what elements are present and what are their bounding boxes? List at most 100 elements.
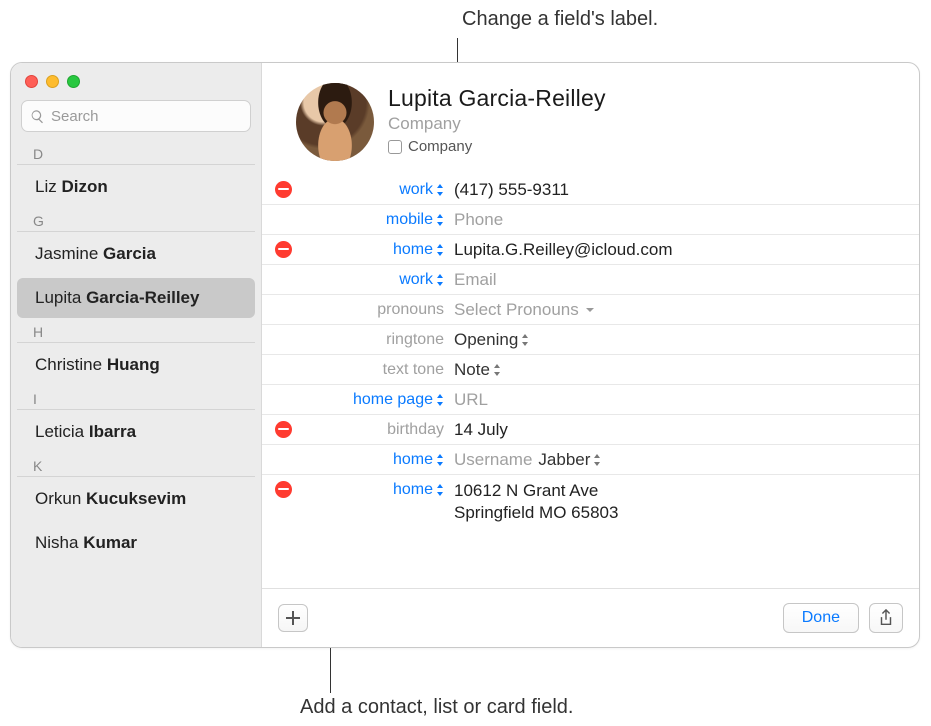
company-checkbox-row[interactable]: Company bbox=[388, 138, 606, 155]
company-checkbox[interactable] bbox=[388, 140, 402, 154]
sort-arrows-icon bbox=[493, 364, 501, 376]
label-selector-email-home[interactable]: home bbox=[304, 241, 454, 259]
avatar[interactable] bbox=[296, 83, 374, 161]
birthday-value[interactable]: 14 July bbox=[454, 420, 919, 440]
label-selector-im[interactable]: home bbox=[304, 451, 454, 469]
texttone-value: Note bbox=[454, 360, 490, 380]
label-text: work bbox=[399, 181, 433, 199]
row-phone-work: work (417) 555-9311 bbox=[262, 175, 919, 205]
homepage-value[interactable]: URL bbox=[454, 390, 919, 410]
sort-arrows-icon bbox=[436, 214, 444, 226]
contact-detail-panel: Lupita Garcia-Reilley Company Company wo… bbox=[262, 63, 919, 647]
contact-first-name: Leticia bbox=[35, 422, 84, 441]
contact-last-name: Ibarra bbox=[89, 422, 136, 441]
contact-item-nisha-kumar[interactable]: Nisha Kumar bbox=[17, 523, 255, 563]
name-block: Lupita Garcia-Reilley Company Company bbox=[388, 83, 606, 161]
company-field[interactable]: Company bbox=[388, 114, 606, 134]
contact-first-name: Orkun bbox=[35, 489, 81, 508]
label-text: mobile bbox=[386, 211, 433, 229]
remove-button[interactable] bbox=[275, 181, 292, 198]
contact-name-field[interactable]: Lupita Garcia-Reilley bbox=[388, 85, 606, 112]
contact-last-name: Garcia bbox=[103, 244, 156, 263]
contact-item-jasmine-garcia[interactable]: Jasmine Garcia bbox=[17, 234, 255, 274]
share-button[interactable] bbox=[869, 603, 903, 633]
share-icon bbox=[878, 609, 894, 627]
close-window-button[interactable] bbox=[25, 75, 38, 88]
remove-button[interactable] bbox=[275, 241, 292, 258]
label-texttone: text tone bbox=[304, 361, 454, 379]
section-header-g: G bbox=[17, 209, 255, 232]
search-field[interactable] bbox=[21, 100, 251, 132]
window-controls bbox=[11, 63, 261, 98]
remove-button[interactable] bbox=[275, 421, 292, 438]
sort-arrows-icon bbox=[436, 244, 444, 256]
contact-first-name: Lupita bbox=[35, 288, 81, 307]
section-header-k: K bbox=[17, 454, 255, 477]
pronouns-placeholder: Select Pronouns bbox=[454, 300, 579, 320]
address-value[interactable]: 10612 N Grant Ave Springfield MO 65803 bbox=[454, 481, 919, 523]
label-ringtone: ringtone bbox=[304, 331, 454, 349]
email-work-value[interactable]: Email bbox=[454, 270, 919, 290]
section-header-h: H bbox=[17, 320, 255, 343]
label-selector-email-work[interactable]: work bbox=[304, 271, 454, 289]
contact-item-christine-huang[interactable]: Christine Huang bbox=[17, 345, 255, 385]
pronouns-selector[interactable]: Select Pronouns bbox=[454, 300, 919, 320]
contact-last-name: Huang bbox=[107, 355, 160, 374]
texttone-selector[interactable]: Note bbox=[454, 360, 919, 380]
search-input[interactable] bbox=[51, 108, 242, 125]
done-button[interactable]: Done bbox=[783, 603, 859, 633]
label-text: ringtone bbox=[386, 331, 444, 349]
sort-arrows-icon bbox=[593, 454, 601, 466]
fields-list: work (417) 555-9311 mobile Phone home bbox=[262, 175, 919, 588]
im-service-selector[interactable]: Jabber bbox=[538, 450, 601, 470]
contact-item-orkun-kucuksevim[interactable]: Orkun Kucuksevim bbox=[17, 479, 255, 519]
label-text: home page bbox=[353, 391, 433, 409]
add-button[interactable] bbox=[278, 604, 308, 632]
row-homepage: home page URL bbox=[262, 385, 919, 415]
row-texttone: text tone Note bbox=[262, 355, 919, 385]
label-selector-address[interactable]: home bbox=[304, 481, 454, 499]
row-pronouns: pronouns Select Pronouns bbox=[262, 295, 919, 325]
row-birthday: birthday 14 July bbox=[262, 415, 919, 445]
label-birthday: birthday bbox=[304, 421, 454, 439]
label-selector-phone-work[interactable]: work bbox=[304, 181, 454, 199]
contact-first-name: Nisha bbox=[35, 533, 78, 552]
contact-item-liz-dizon[interactable]: Liz Dizon bbox=[17, 167, 255, 207]
contact-last-name: Dizon bbox=[61, 177, 107, 196]
row-email-home: home Lupita.G.Reilley@icloud.com bbox=[262, 235, 919, 265]
chevron-down-icon bbox=[585, 305, 595, 315]
label-selector-phone-mobile[interactable]: mobile bbox=[304, 211, 454, 229]
company-checkbox-label: Company bbox=[408, 138, 472, 155]
label-text: birthday bbox=[387, 421, 444, 439]
contact-last-name: Kucuksevim bbox=[86, 489, 186, 508]
zoom-window-button[interactable] bbox=[67, 75, 80, 88]
ringtone-value: Opening bbox=[454, 330, 518, 350]
detail-header: Lupita Garcia-Reilley Company Company bbox=[262, 63, 919, 175]
address-line1: 10612 N Grant Ave bbox=[454, 481, 598, 501]
phone-mobile-value[interactable]: Phone bbox=[454, 210, 919, 230]
im-value[interactable]: Username Jabber bbox=[454, 450, 919, 470]
contacts-window: D Liz Dizon G Jasmine Garcia Lupita Garc… bbox=[10, 62, 920, 648]
email-home-value[interactable]: Lupita.G.Reilley@icloud.com bbox=[454, 240, 919, 260]
label-selector-homepage[interactable]: home page bbox=[304, 391, 454, 409]
row-im: home Username Jabber bbox=[262, 445, 919, 475]
contact-first-name: Liz bbox=[35, 177, 57, 196]
sort-arrows-icon bbox=[521, 334, 529, 346]
remove-button[interactable] bbox=[275, 481, 292, 498]
row-address: home 10612 N Grant Ave Springfield MO 65… bbox=[262, 475, 919, 529]
contact-item-leticia-ibarra[interactable]: Leticia Ibarra bbox=[17, 412, 255, 452]
contact-item-lupita-garcia-reilley[interactable]: Lupita Garcia-Reilley bbox=[17, 278, 255, 318]
label-text: text tone bbox=[383, 361, 444, 379]
callout-change-label: Change a field's label. bbox=[462, 8, 658, 31]
row-email-work: work Email bbox=[262, 265, 919, 295]
contact-last-name: Garcia-Reilley bbox=[86, 288, 199, 307]
sort-arrows-icon bbox=[436, 454, 444, 466]
ringtone-selector[interactable]: Opening bbox=[454, 330, 919, 350]
contact-last-name: Kumar bbox=[83, 533, 137, 552]
search-icon bbox=[30, 109, 45, 124]
contact-first-name: Christine bbox=[35, 355, 102, 374]
minimize-window-button[interactable] bbox=[46, 75, 59, 88]
label-text: pronouns bbox=[377, 301, 444, 319]
label-pronouns: pronouns bbox=[304, 301, 454, 319]
phone-work-value[interactable]: (417) 555-9311 bbox=[454, 180, 919, 200]
